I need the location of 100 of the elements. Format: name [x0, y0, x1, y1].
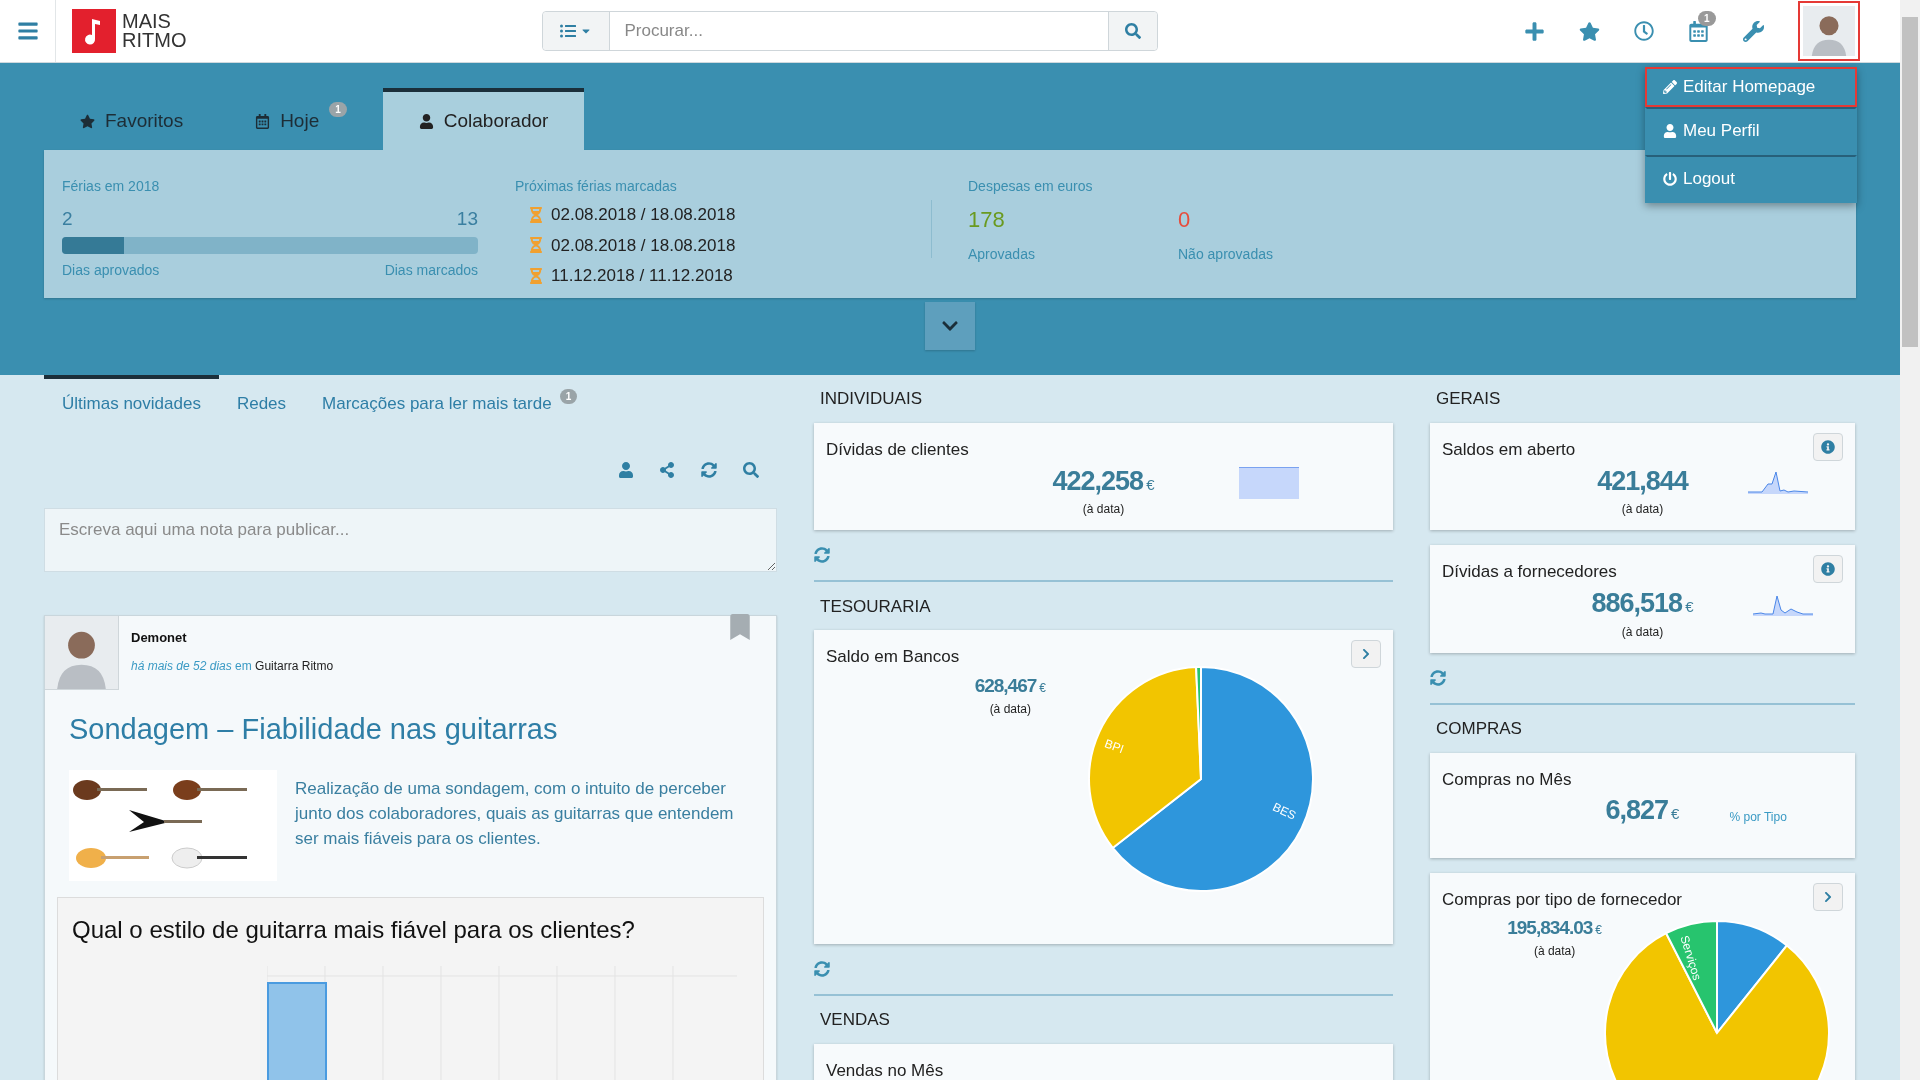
count-badge: 1 — [559, 389, 578, 404]
percent-by-type-link[interactable]: % por Tipo — [1729, 809, 1787, 824]
approved-days-label: Dias aprovados — [62, 260, 160, 280]
amount-value: 6,827 — [1605, 794, 1669, 827]
search-filter-button[interactable] — [543, 12, 611, 50]
post-body: Realização de uma sondagem, com o intuito de perceber junto dos colaboradores, quais as guitarras que entendem ser mais fiáveis para os clientes. — [295, 777, 735, 850]
refresh-icon[interactable] — [814, 547, 830, 564]
slice-label: BPI — [1102, 736, 1126, 756]
as-of-note: (à data) — [1621, 501, 1664, 519]
card-title: Saldos em aberto — [1442, 439, 1576, 461]
vacation-dates: 02.08.2018 / 18.08.2018 — [551, 234, 736, 257]
amount-value: 195,834.03 — [1507, 916, 1593, 940]
clock-icon[interactable] — [1634, 21, 1654, 41]
poll-question: Qual o estilo de guitarra mais fiável para os clientes? — [72, 914, 636, 945]
search-button[interactable] — [1108, 12, 1158, 50]
section-label: Férias em 2018 — [62, 177, 161, 196]
expand-button[interactable] — [925, 302, 975, 350]
logo-text: MAIS — [122, 12, 172, 31]
tab[interactable]: Favoritos — [44, 88, 220, 150]
approved-expenses-label: Aprovadas — [968, 245, 1036, 264]
vacation-dates: 11.12.2018 / 11.12.2018 — [551, 265, 733, 287]
menu-icon[interactable] — [16, 20, 39, 42]
pencil-icon — [1663, 80, 1677, 94]
approved-expenses-value: 178 — [968, 206, 1006, 234]
vacation-dates: 02.08.2018 / 18.08.2018 — [551, 204, 736, 226]
marked-days-label: Dias marcados — [384, 260, 478, 280]
open-button[interactable] — [1813, 882, 1843, 911]
user-icon — [418, 113, 434, 129]
section-heading: GERAIS — [1436, 388, 1501, 411]
user-icon[interactable] — [619, 462, 633, 478]
info-icon — [1821, 562, 1835, 577]
hourglass-icon — [529, 237, 543, 254]
amount-value: 628,467 — [974, 673, 1037, 698]
wrench-icon[interactable] — [1743, 20, 1764, 42]
refresh-icon[interactable] — [1430, 669, 1446, 686]
currency-symbol: € — [1685, 596, 1694, 617]
search-icon[interactable] — [743, 462, 759, 478]
logo-text: RITMO — [122, 31, 187, 50]
menu-item[interactable]: Editar Homepage — [1645, 67, 1857, 107]
info-icon — [1821, 440, 1835, 454]
section-label: Próximas férias marcadas — [515, 177, 678, 196]
bookmark-icon[interactable] — [730, 614, 750, 640]
avatar-silhouette — [1803, 6, 1855, 56]
rejected-expenses-value: 0 — [1178, 206, 1192, 234]
feed-tab[interactable]: Últimas novidades — [44, 375, 219, 437]
hourglass-icon — [529, 206, 543, 223]
amount-value: 421,844 — [1597, 464, 1688, 498]
post-title: Sondagem – Fiabilidade nas guitarras — [69, 712, 559, 747]
open-button[interactable] — [1351, 640, 1381, 669]
info-button[interactable] — [1813, 555, 1843, 584]
section-heading: INDIVIDUAIS — [820, 388, 923, 411]
feed-tab[interactable]: Redes — [218, 375, 305, 437]
scrollbar[interactable] — [1900, 0, 1920, 1080]
info-button[interactable] — [1813, 433, 1843, 461]
as-of-note: (à data) — [989, 700, 1031, 718]
card-title: Compras por tipo de fornecedor — [1442, 888, 1683, 911]
chevron-right-icon — [1360, 648, 1372, 661]
calendar-icon — [255, 113, 271, 129]
share-icon[interactable] — [659, 462, 675, 478]
section-heading: TESOURARIA — [820, 595, 931, 618]
notification-badge: 1 — [1698, 10, 1716, 26]
group-link[interactable]: Guitarra Ritmo — [255, 658, 334, 673]
slice-label: Serviços — [1677, 933, 1705, 982]
card-title: Saldo em Bancos — [826, 646, 960, 669]
refresh-icon[interactable] — [814, 960, 830, 977]
user-avatar[interactable] — [1798, 1, 1860, 61]
calendar-icon[interactable] — [1688, 20, 1709, 42]
as-of-note: (à data) — [1533, 942, 1576, 960]
search-field[interactable]: Procurar... — [542, 11, 1159, 51]
search-input[interactable]: Procurar... — [610, 12, 1109, 50]
section-heading: VENDAS — [820, 1009, 890, 1031]
currency-symbol: € — [1671, 804, 1680, 824]
section-label: Despesas em euros — [968, 177, 1094, 196]
feed-tab[interactable]: Marcações para ler mais tarde 1 — [304, 375, 596, 437]
plus-icon[interactable] — [1524, 20, 1545, 42]
card-title: Vendas no Mês — [826, 1059, 944, 1080]
count-badge: 1 — [329, 102, 347, 117]
logo-icon — [72, 9, 116, 53]
chevron-right-icon — [1822, 890, 1834, 903]
star-icon[interactable] — [1579, 20, 1600, 42]
as-of-note: (à data) — [1621, 623, 1664, 641]
hourglass-icon — [529, 267, 543, 284]
rejected-expenses-label: Não aprovadas — [1178, 245, 1273, 264]
slice-label: BES — [1270, 799, 1299, 823]
amount-value: 886,518 — [1591, 586, 1683, 620]
refresh-icon[interactable] — [701, 462, 717, 478]
tab[interactable]: Hoje 1 — [219, 88, 383, 150]
card-title: Compras no Mês — [1442, 768, 1572, 791]
section-heading: COMPRAS — [1436, 717, 1522, 740]
scrollbar-thumb[interactable] — [1902, 17, 1918, 347]
amount-value: 422,258 — [1052, 464, 1144, 498]
currency-symbol: € — [1039, 679, 1046, 697]
note-field[interactable]: Escreva aqui uma nota para publicar... — [44, 508, 777, 572]
list-icon — [560, 23, 577, 39]
search-icon — [1125, 23, 1142, 39]
approved-days-count: 2 — [62, 207, 73, 231]
tab[interactable]: Colaborador — [382, 88, 585, 150]
star-icon — [80, 113, 95, 129]
post-meta: há mais de 52 dias em Guitarra Ritmo — [131, 657, 335, 675]
marked-days-count: 13 — [456, 207, 478, 231]
